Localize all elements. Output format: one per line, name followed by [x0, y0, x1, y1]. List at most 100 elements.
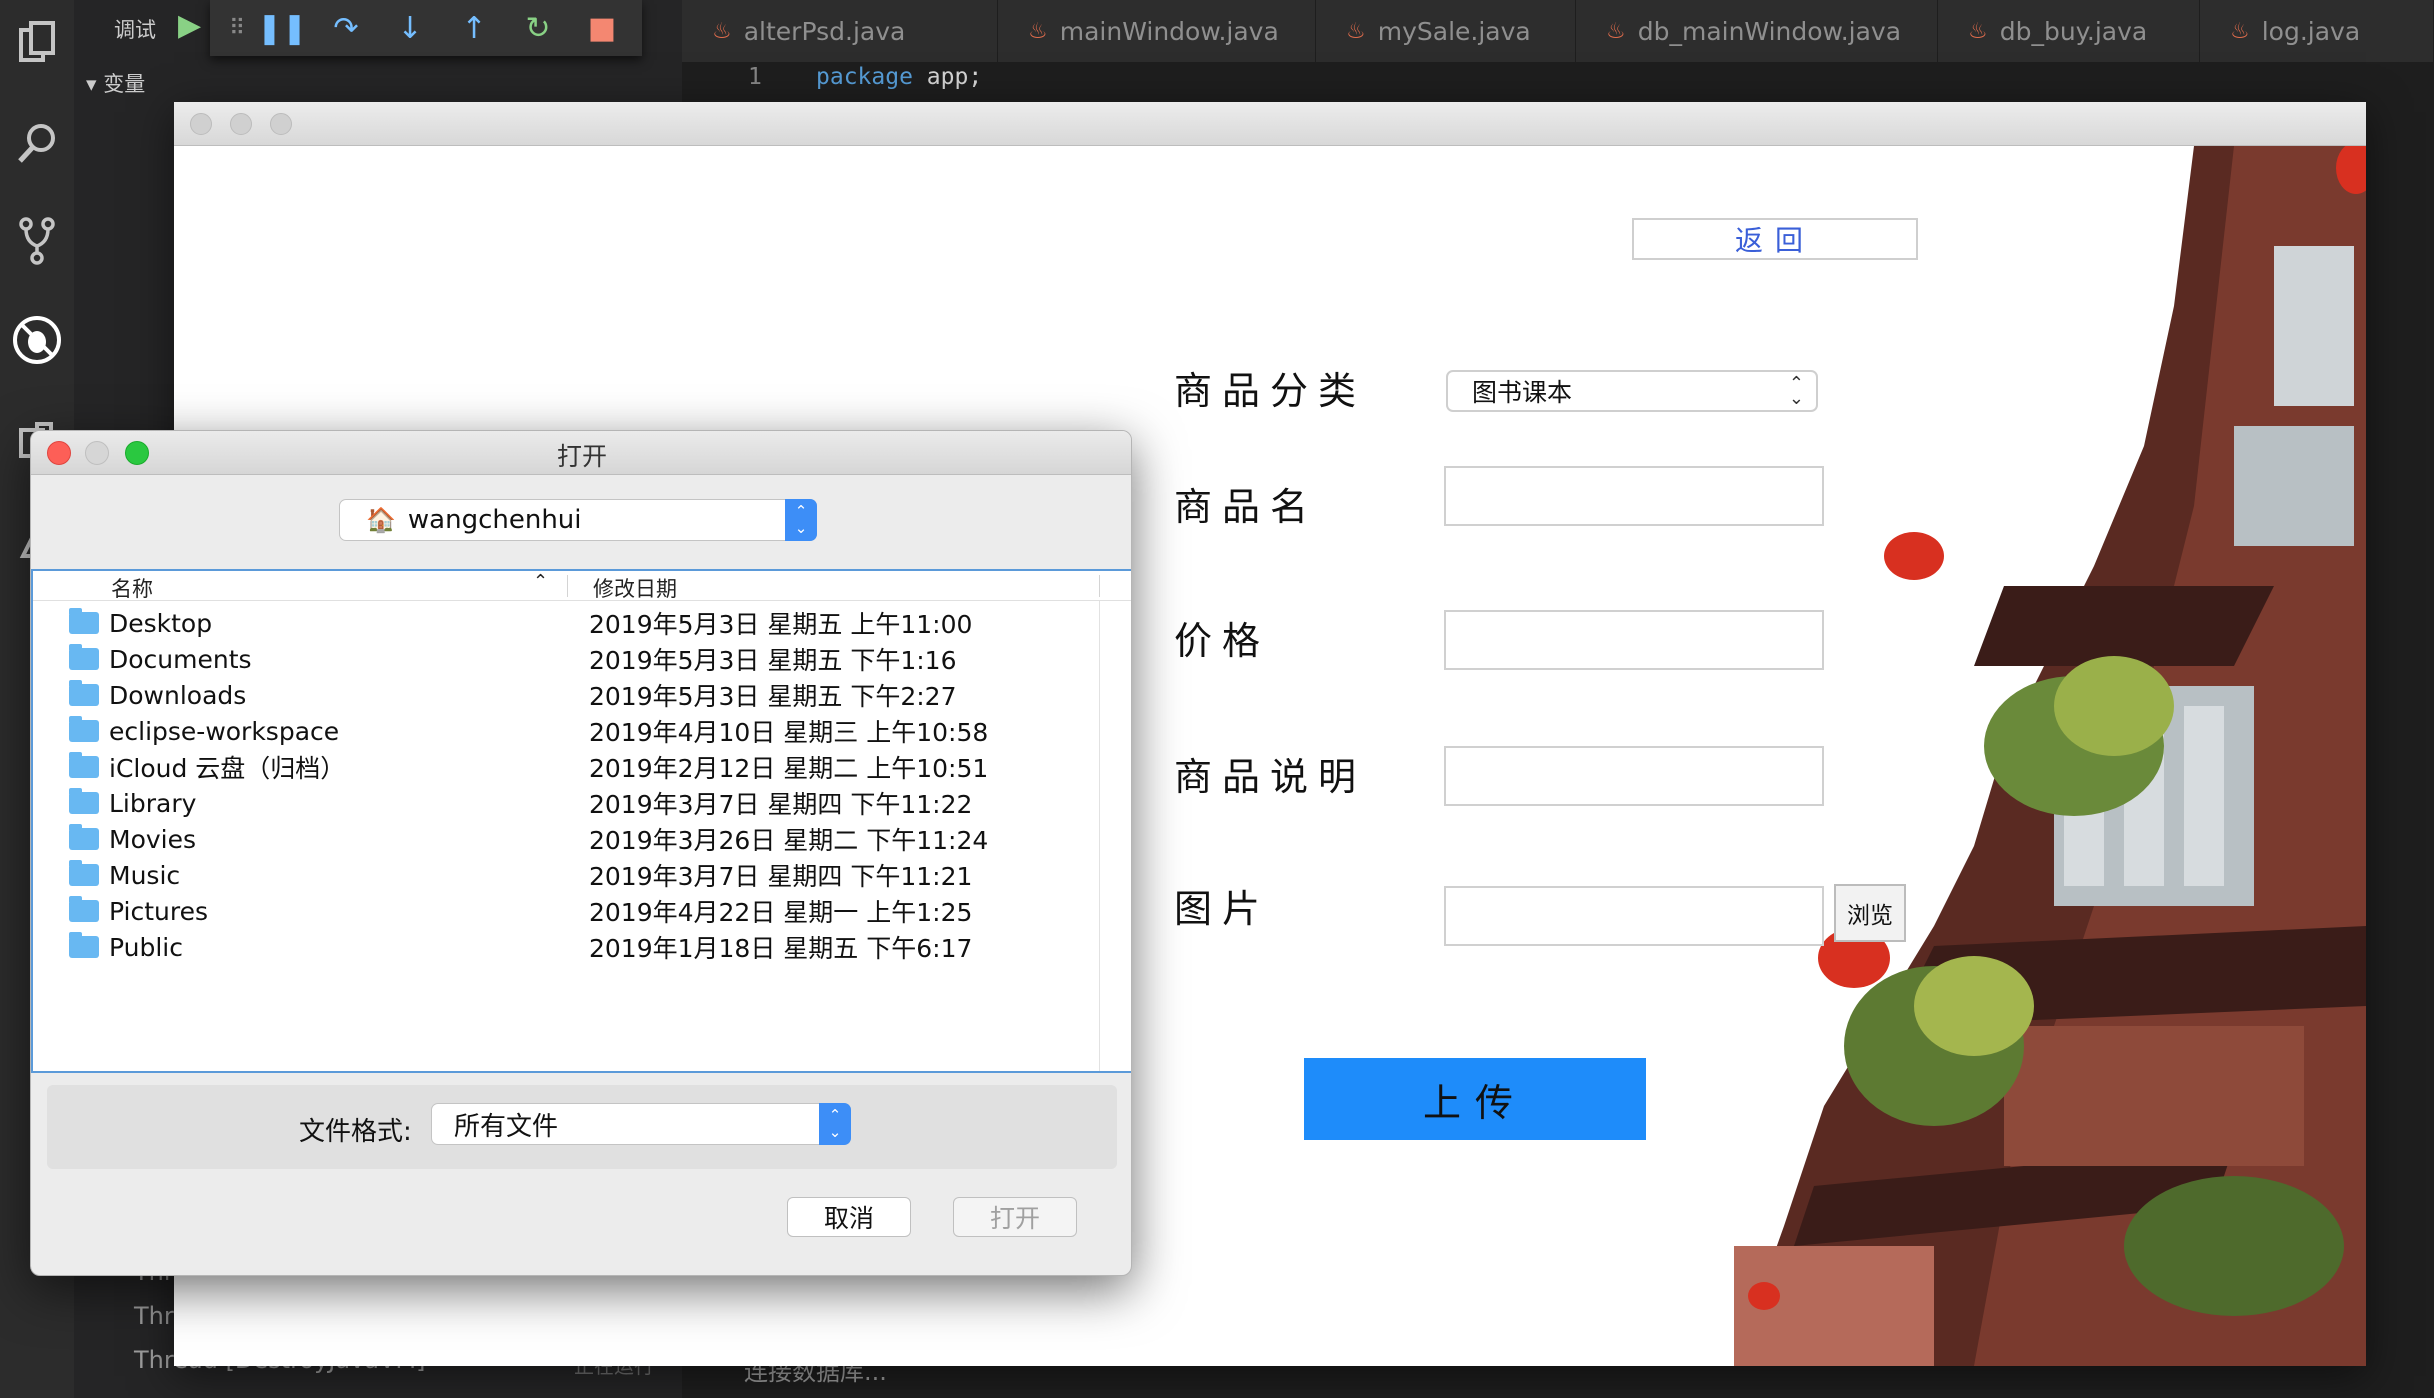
step-into-icon[interactable]: ↓ [378, 0, 442, 56]
location-value: wangchenhui [407, 505, 582, 535]
pause-icon[interactable]: ❚❚ [250, 0, 314, 56]
column-divider[interactable] [1099, 575, 1100, 597]
file-format-label: 文件格式: [299, 1117, 412, 1147]
file-date: 2019年3月7日 星期四 下午11:22 [589, 790, 973, 819]
variables-header-label: 变量 [103, 72, 146, 96]
java-file-icon: ♨ [1606, 18, 1626, 44]
explorer-icon[interactable] [0, 8, 74, 78]
file-name: Pictures [109, 896, 208, 926]
file-name: iCloud 云盘（归档） [109, 754, 346, 783]
java-file-icon: ♨ [712, 18, 732, 44]
file-row-pictures[interactable]: Pictures 2019年4月22日 星期一 上午1:25 [33, 893, 1103, 929]
source-control-icon[interactable] [0, 206, 74, 276]
file-row-icloud[interactable]: iCloud 云盘（归档） 2019年2月12日 星期二 上午10:51 [33, 749, 1103, 785]
file-row-library[interactable]: Library 2019年3月7日 星期四 下午11:22 [33, 785, 1103, 821]
drag-handle-icon[interactable]: ⠿ [224, 0, 250, 56]
file-date: 2019年5月3日 星期五 下午2:27 [589, 682, 957, 711]
thread-line[interactable]: Thr [134, 1302, 174, 1330]
category-select[interactable]: 图书课本 ⌃ ⌄ [1446, 370, 1818, 412]
file-row-public[interactable]: Public 2019年1月18日 星期五 下午6:17 [33, 929, 1103, 965]
minimize-icon[interactable] [230, 113, 252, 135]
zoom-icon[interactable] [270, 113, 292, 135]
file-date: 2019年1月18日 星期五 下午6:17 [589, 934, 973, 963]
category-label: 商品分类 [1174, 369, 1367, 413]
tab-mainwindow[interactable]: ♨ mainWindow.java [998, 0, 1316, 62]
sort-ascending-icon[interactable]: ⌃ [533, 571, 548, 592]
chevron-updown-icon: ⌃ ⌄ [785, 499, 817, 541]
debug-icon[interactable] [0, 305, 74, 375]
cancel-button[interactable]: 取消 [787, 1197, 911, 1237]
folder-icon [69, 716, 99, 742]
file-date: 2019年3月26日 星期二 下午11:24 [589, 826, 989, 855]
continue-icon[interactable]: ▶ [178, 8, 201, 43]
file-name: eclipse-workspace [109, 716, 340, 746]
dialog-titlebar[interactable]: 打开 [31, 431, 1131, 475]
folder-icon [69, 896, 99, 922]
code-rest: app; [912, 64, 983, 90]
file-row-movies[interactable]: Movies 2019年3月26日 星期二 下午11:24 [33, 821, 1103, 857]
tab-label: mainWindow.java [1059, 16, 1279, 46]
price-label: 价格 [1174, 619, 1271, 663]
folder-icon [69, 860, 99, 886]
folder-icon [69, 824, 99, 850]
file-name: Library [109, 788, 197, 818]
step-out-icon[interactable]: ↑ [442, 0, 506, 56]
open-button[interactable]: 打开 [953, 1197, 1077, 1237]
restart-icon[interactable]: ↻ [506, 0, 570, 56]
open-file-dialog: 打开 🏠 wangchenhui ⌃ ⌄ 名称 ⌃ 修改日期 Desktop 201… [30, 430, 1132, 1276]
step-over-icon[interactable]: ↷ [314, 0, 378, 56]
java-file-icon: ♨ [2230, 18, 2250, 44]
file-name: Downloads [109, 680, 247, 710]
price-input[interactable] [1444, 610, 1824, 670]
file-format-select[interactable]: 所有文件 ⌃ ⌄ [431, 1103, 851, 1145]
name-column-header[interactable]: 名称 [111, 573, 153, 603]
tab-mysale[interactable]: ♨ mySale.java [1316, 0, 1576, 62]
home-icon: 🏠 [366, 506, 396, 534]
browse-button[interactable]: 浏览 [1834, 884, 1906, 942]
folder-icon [69, 608, 99, 634]
file-date: 2019年3月7日 星期四 下午11:21 [589, 862, 973, 891]
description-input[interactable] [1444, 746, 1824, 806]
close-icon[interactable] [190, 113, 212, 135]
file-name: Desktop [109, 608, 213, 638]
chevron-updown-icon: ⌃ ⌄ [1788, 373, 1804, 409]
upload-button[interactable]: 上传 [1304, 1058, 1646, 1140]
tab-db-buy[interactable]: ♨ db_buy.java [1938, 0, 2200, 62]
stop-icon[interactable]: ■ [570, 0, 634, 56]
list-header: 名称 ⌃ 修改日期 [33, 571, 1131, 601]
file-row-downloads[interactable]: Downloads 2019年5月3日 星期五 下午2:27 [33, 677, 1103, 713]
tab-db-mainwindow[interactable]: ♨ db_mainWindow.java [1576, 0, 1938, 62]
file-format-value: 所有文件 [454, 1111, 559, 1142]
file-date: 2019年4月10日 星期三 上午10:58 [589, 718, 989, 747]
file-row-eclipse-workspace[interactable]: eclipse-workspace 2019年4月10日 星期三 上午10:58 [33, 713, 1103, 749]
code-line[interactable]: package app; [816, 64, 982, 90]
file-row-documents[interactable]: Documents 2019年5月3日 星期五 下午1:16 [33, 641, 1103, 677]
variables-section-header[interactable]: ▾ 变量 [86, 68, 145, 98]
editor-tab-bar: ♨ alterPsd.java ♨ mainWindow.java ♨ mySale.… [682, 0, 2434, 62]
folder-icon [69, 680, 99, 706]
file-date: 2019年4月22日 星期一 上午1:25 [589, 898, 973, 927]
search-icon[interactable] [0, 108, 74, 178]
tab-log[interactable]: ♨ log.java [2200, 0, 2434, 62]
file-row-music[interactable]: Music 2019年3月7日 星期四 下午11:21 [33, 857, 1103, 893]
window-titlebar[interactable] [174, 102, 2366, 146]
file-name: Documents [109, 644, 252, 674]
file-row-desktop[interactable]: Desktop 2019年5月3日 星期五 上午11:00 [33, 605, 1103, 641]
file-date: 2019年5月3日 星期五 下午1:16 [589, 646, 957, 675]
java-file-icon: ♨ [1028, 18, 1048, 44]
tab-label: mySale.java [1377, 16, 1531, 46]
file-date: 2019年5月3日 星期五 上午11:00 [589, 610, 973, 639]
date-column-header[interactable]: 修改日期 [593, 573, 677, 603]
image-label: 图片 [1174, 887, 1271, 931]
image-path-input[interactable] [1444, 886, 1824, 946]
back-button[interactable]: 返回 [1632, 218, 1918, 260]
file-browser-list[interactable]: 名称 ⌃ 修改日期 Desktop 2019年5月3日 星期五 上午11:00 D… [31, 569, 1131, 1073]
tab-label: db_mainWindow.java [1637, 16, 1902, 46]
tab-alterpsd[interactable]: ♨ alterPsd.java [682, 0, 998, 62]
column-divider[interactable] [567, 575, 568, 597]
code-keyword: package [816, 64, 913, 90]
product-name-input[interactable] [1444, 466, 1824, 526]
chevron-updown-icon: ⌃ ⌄ [819, 1103, 851, 1145]
location-popup[interactable]: 🏠 wangchenhui ⌃ ⌄ [339, 499, 817, 541]
java-file-icon: ♨ [1346, 18, 1366, 44]
